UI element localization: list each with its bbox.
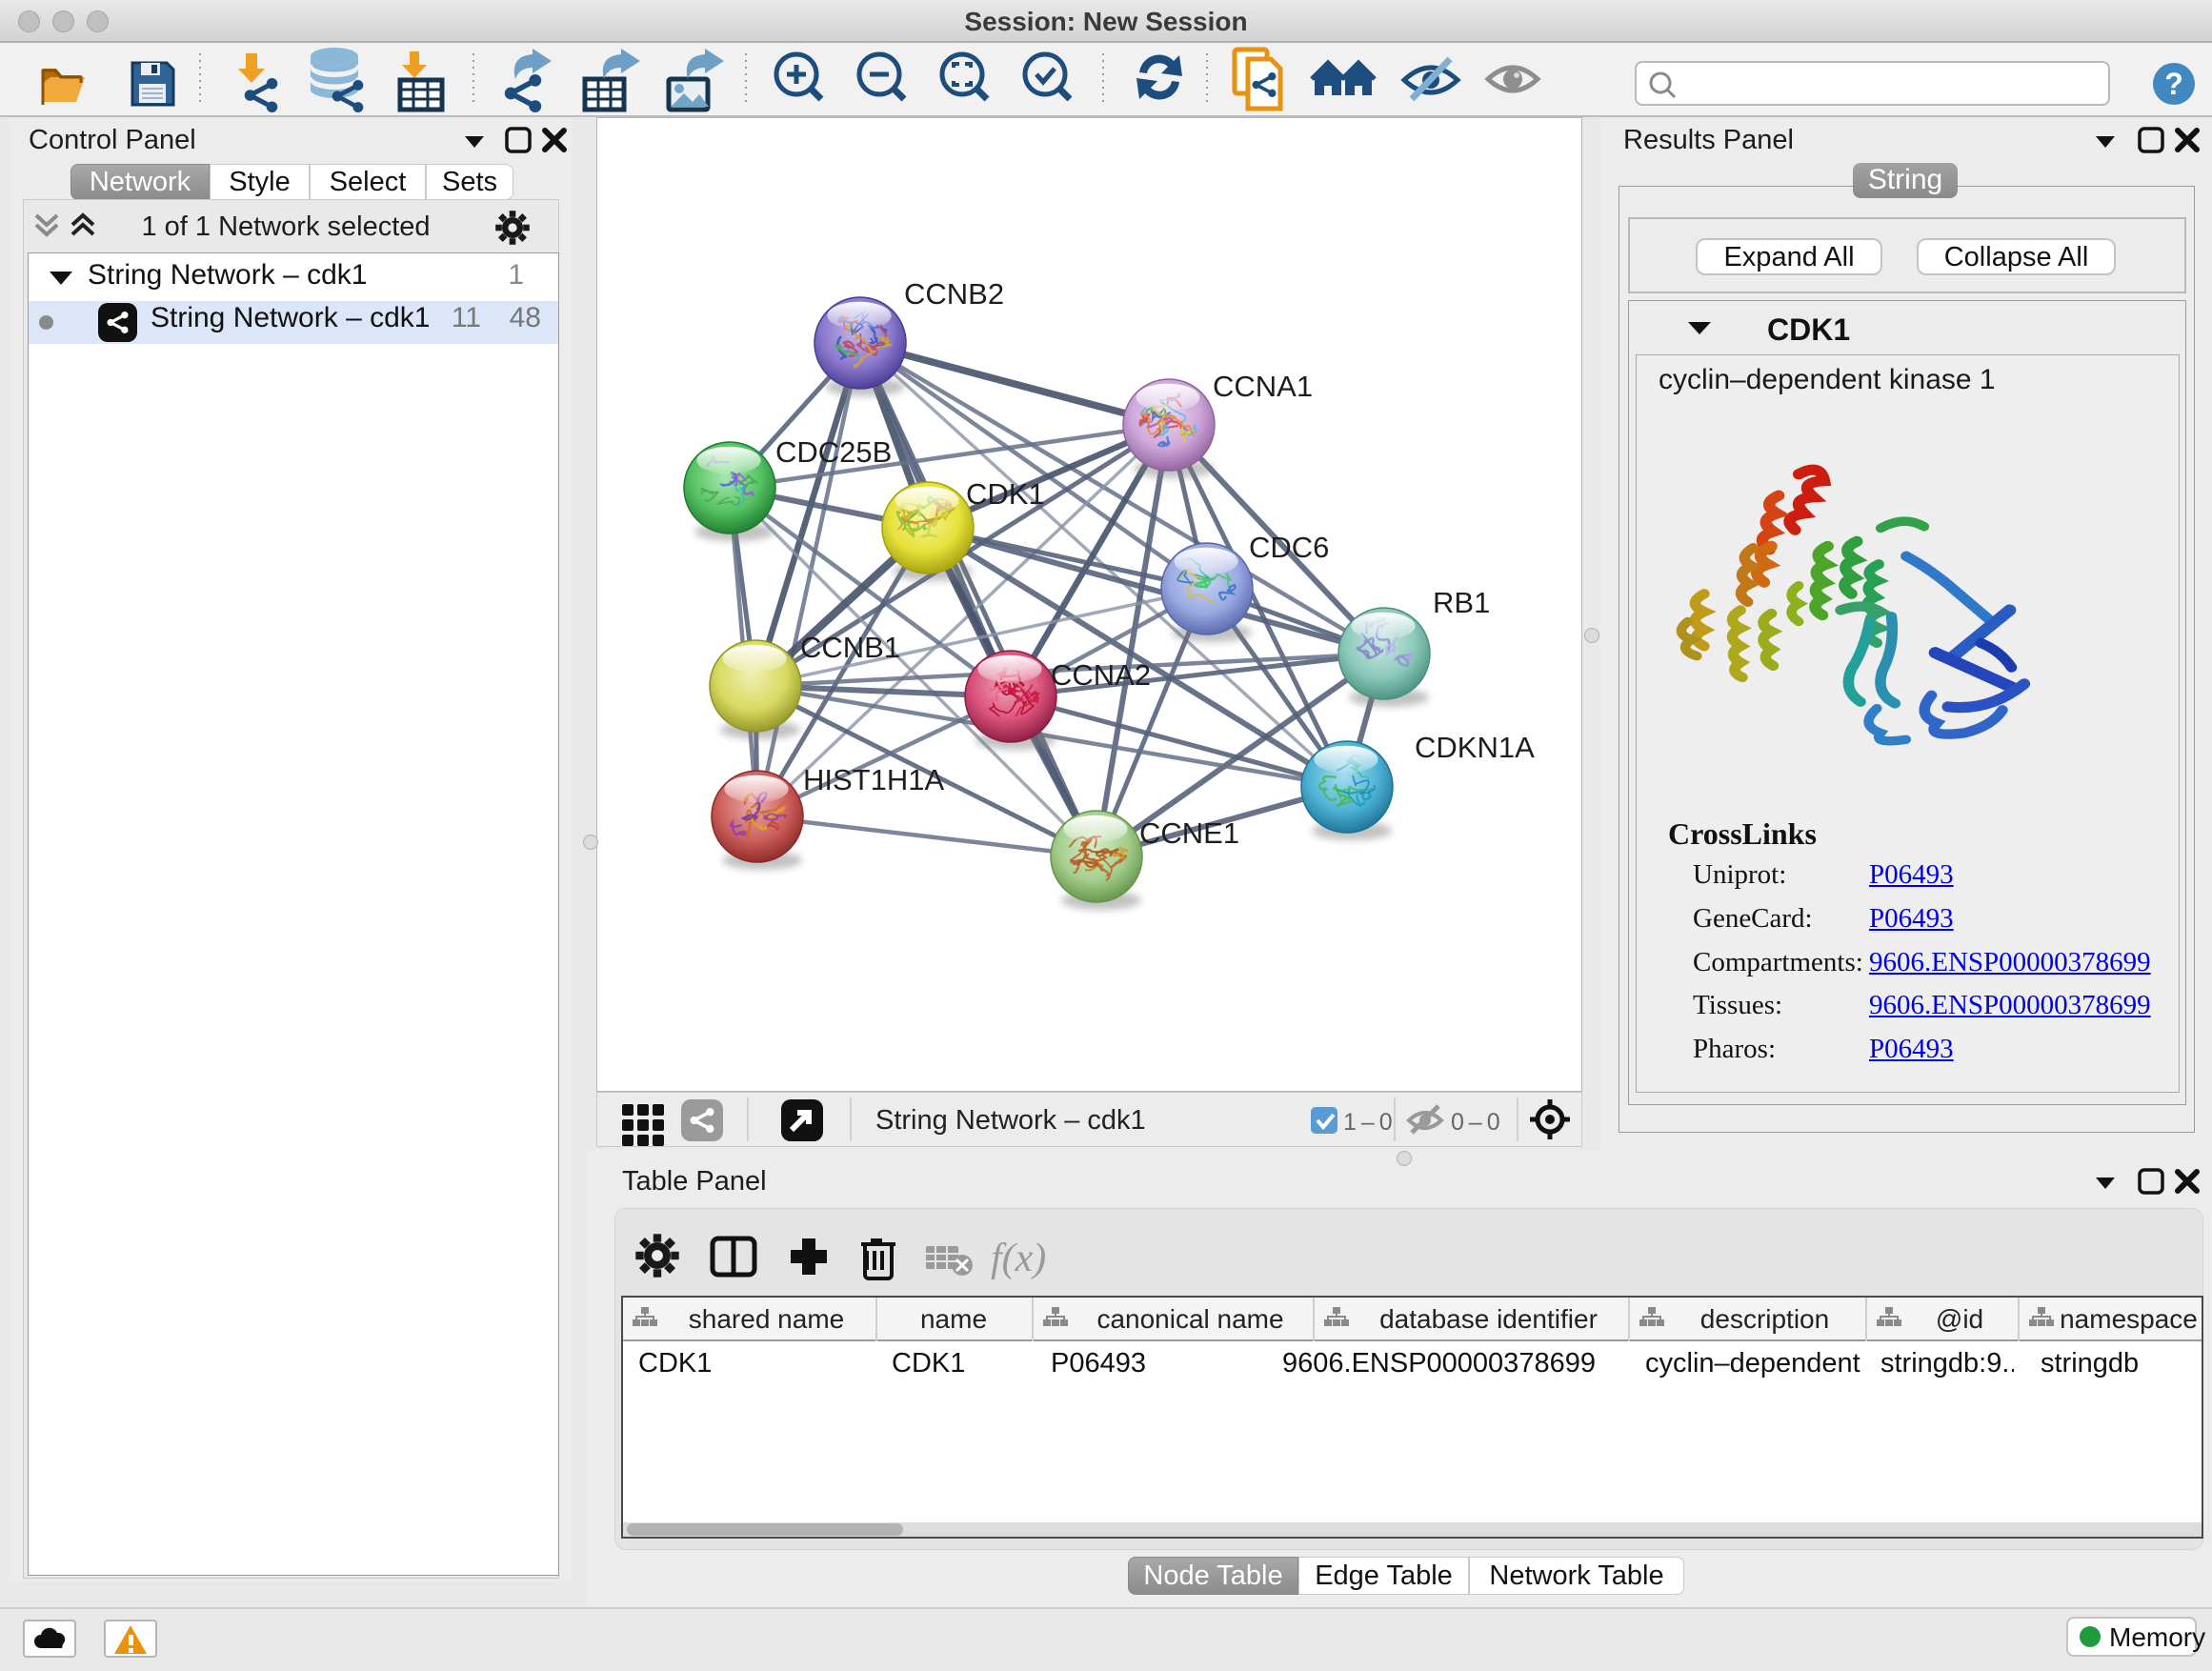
svg-text:f(x): f(x) (991, 1237, 1046, 1280)
